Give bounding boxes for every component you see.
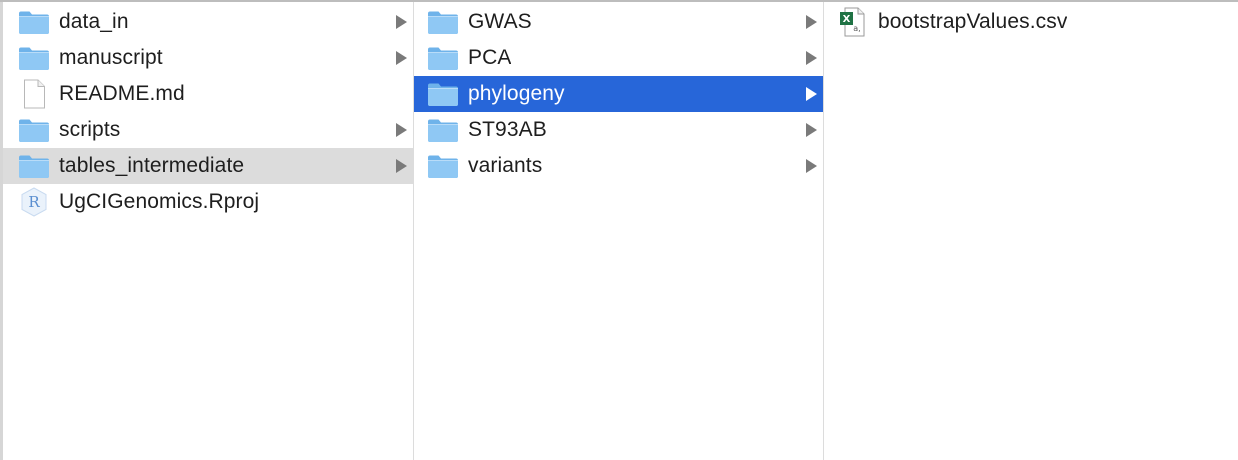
disclosure-arrow-icon xyxy=(806,51,817,65)
item-pca[interactable]: PCA xyxy=(414,40,823,76)
disclosure-arrow-icon xyxy=(806,123,817,137)
item-label: phylogeny xyxy=(468,82,565,105)
item-readme-md[interactable]: README.md xyxy=(3,76,413,112)
disclosure-arrow-icon xyxy=(806,15,817,29)
item-scripts[interactable]: scripts xyxy=(3,112,413,148)
item-label: GWAS xyxy=(468,10,532,33)
folder-icon xyxy=(17,7,51,37)
disclosure-arrow-icon xyxy=(396,51,407,65)
rproj-file-icon: R xyxy=(17,187,51,217)
finder-column-browser: data_in manuscript README.md scripts tab… xyxy=(0,0,1238,460)
document-icon xyxy=(17,79,51,109)
item-label: data_in xyxy=(59,10,129,33)
item-label: tables_intermediate xyxy=(59,154,245,177)
folder-icon xyxy=(426,151,460,181)
item-label: bootstrapValues.csv xyxy=(878,10,1068,33)
folder-icon xyxy=(17,151,51,181)
item-gwas[interactable]: GWAS xyxy=(414,4,823,40)
item-label: UgCIGenomics.Rproj xyxy=(59,190,260,213)
disclosure-arrow-icon xyxy=(806,87,817,101)
item-tables-intermediate[interactable]: tables_intermediate xyxy=(3,148,413,184)
disclosure-arrow-icon xyxy=(396,15,407,29)
item-label: manuscript xyxy=(59,46,163,69)
excel-csv-file-icon: Xa, xyxy=(836,7,870,37)
item-bootstrapvalues-csv[interactable]: Xa, bootstrapValues.csv xyxy=(824,4,1238,40)
disclosure-arrow-icon xyxy=(806,159,817,173)
item-label: README.md xyxy=(59,82,185,105)
item-phylogeny[interactable]: phylogeny xyxy=(414,76,823,112)
folder-icon xyxy=(426,79,460,109)
column-3[interactable]: Xa, bootstrapValues.csv xyxy=(824,2,1238,460)
folder-icon xyxy=(426,115,460,145)
item-manuscript[interactable]: manuscript xyxy=(3,40,413,76)
disclosure-arrow-icon xyxy=(396,123,407,137)
folder-icon xyxy=(426,43,460,73)
item-label: PCA xyxy=(468,46,512,69)
folder-icon xyxy=(17,43,51,73)
folder-icon xyxy=(17,115,51,145)
item-variants[interactable]: variants xyxy=(414,148,823,184)
item-label: scripts xyxy=(59,118,121,141)
folder-icon xyxy=(426,7,460,37)
item-ugcigenomics-rproj[interactable]: R UgCIGenomics.Rproj xyxy=(3,184,413,220)
item-st93ab[interactable]: ST93AB xyxy=(414,112,823,148)
svg-text:R: R xyxy=(28,193,40,211)
svg-text:X: X xyxy=(843,14,851,25)
item-label: ST93AB xyxy=(468,118,547,141)
item-data-in[interactable]: data_in xyxy=(3,4,413,40)
disclosure-arrow-icon xyxy=(396,159,407,173)
column-2[interactable]: GWAS PCA phylogeny ST93AB variants xyxy=(414,2,824,460)
column-1[interactable]: data_in manuscript README.md scripts tab… xyxy=(0,2,414,460)
svg-text:a,: a, xyxy=(853,24,860,33)
item-label: variants xyxy=(468,154,543,177)
